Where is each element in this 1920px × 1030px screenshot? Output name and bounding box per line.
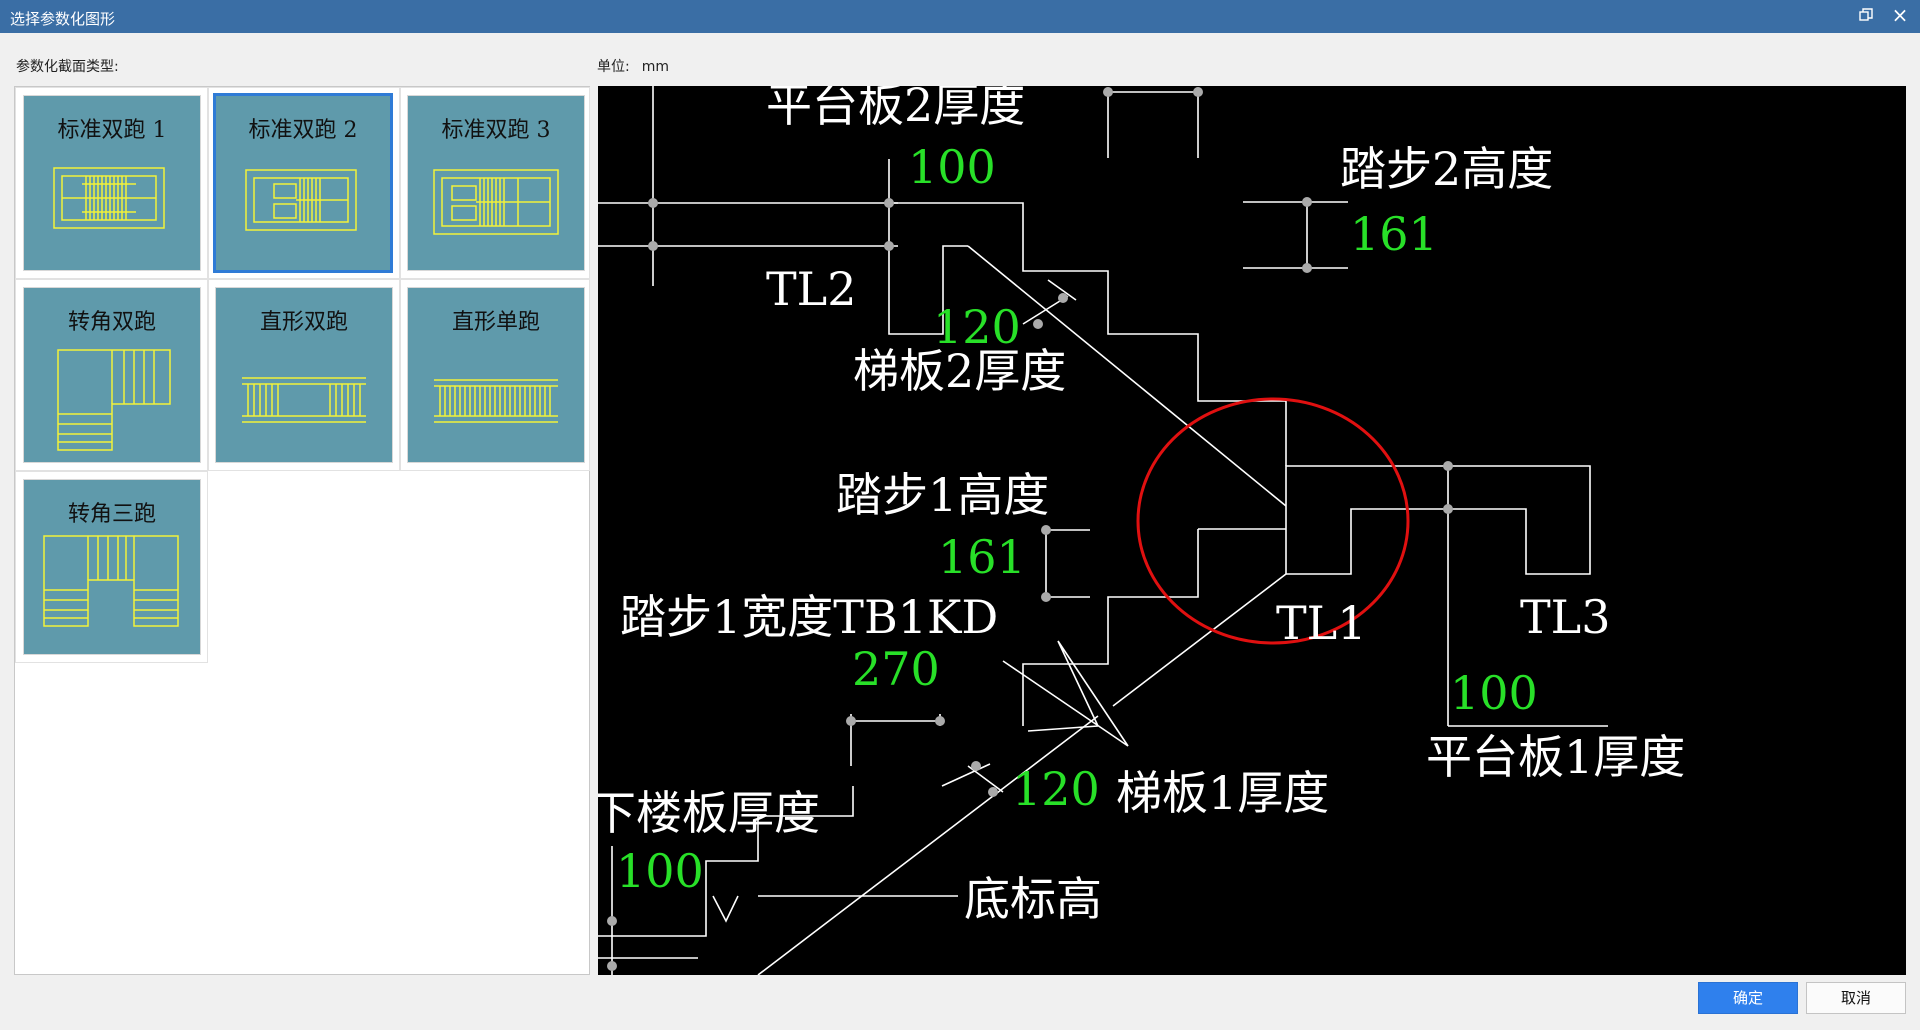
type-straight-single[interactable]: 直形单跑 xyxy=(407,287,585,463)
unit-value: mm xyxy=(641,59,669,75)
parameter-preview-canvas: 平台板2厚度 100 踏步2高度 161 TL2 120 梯板2厚度 踏步1高度… xyxy=(598,86,1906,975)
type-list-panel: 标准双跑 1 标准双跑 2 标准双跑 3 转角双跑 直形双跑 直形单跑 转角三跑 xyxy=(14,86,590,975)
label-stair2-thickness: 梯板2厚度 xyxy=(853,344,1067,398)
type-straight-double[interactable]: 直形双跑 xyxy=(215,287,393,463)
value-stair1-thickness: 120 xyxy=(1012,762,1100,816)
cancel-button[interactable]: 取消 xyxy=(1806,982,1906,1014)
value-step1-height: 161 xyxy=(938,530,1026,584)
type-standard-double-3[interactable]: 标准双跑 3 xyxy=(407,95,585,271)
label-step2-height: 踏步2高度 xyxy=(1340,142,1554,196)
label-bottom-elevation: 底标高 xyxy=(964,872,1102,926)
label-platform2-thickness: 平台板2厚度 xyxy=(766,86,1026,132)
type-corner-double[interactable]: 转角双跑 xyxy=(23,287,201,463)
type-standard-double-2[interactable]: 标准双跑 2 xyxy=(213,93,393,273)
value-step1-width: 270 xyxy=(852,642,940,696)
type-corner-triple[interactable]: 转角三跑 xyxy=(23,479,201,655)
title-bar: 选择参数化图形 × xyxy=(0,0,1920,33)
value-platform2-thickness: 100 xyxy=(908,140,996,194)
label-tl1: TL1 xyxy=(1276,596,1367,650)
label-tl3: TL3 xyxy=(1520,590,1611,644)
label-step1-height: 踏步1高度 xyxy=(836,468,1050,522)
window-title: 选择参数化图形 xyxy=(10,10,116,28)
type-standard-double-1[interactable]: 标准双跑 1 xyxy=(23,95,201,271)
label-stair1-thickness: 梯板1厚度 xyxy=(1116,766,1330,820)
unit-label: 单位: xyxy=(597,59,630,75)
close-icon[interactable]: × xyxy=(1890,5,1910,25)
straight-single-stair-icon xyxy=(434,379,558,423)
standard-double-stair-icon xyxy=(53,167,165,229)
label-lower-slab-thickness: 下楼板厚度 xyxy=(598,786,820,840)
stair-section-drawing xyxy=(598,86,1608,975)
straight-double-stair-icon xyxy=(242,377,366,423)
standard-double-stair-icon xyxy=(433,169,559,235)
unit-row: 单位: mm xyxy=(597,56,669,76)
value-platform1-thickness: 100 xyxy=(1450,666,1538,720)
label-platform1-thickness: 平台板1厚度 xyxy=(1426,730,1686,784)
value-step2-height: 161 xyxy=(1350,207,1438,261)
restore-icon[interactable] xyxy=(1858,8,1874,24)
section-type-label: 参数化截面类型: xyxy=(16,59,119,75)
value-lower-slab-thickness: 100 xyxy=(616,844,704,898)
label-step1-width: 踏步1宽度TB1KD xyxy=(620,590,999,644)
ok-button[interactable]: 确定 xyxy=(1698,982,1798,1014)
standard-double-stair-icon xyxy=(245,169,357,231)
corner-triple-stair-icon xyxy=(43,535,179,627)
tl1-highlight-circle xyxy=(1136,397,1410,645)
corner-double-stair-icon xyxy=(57,349,171,451)
label-tl2: TL2 xyxy=(766,262,857,316)
